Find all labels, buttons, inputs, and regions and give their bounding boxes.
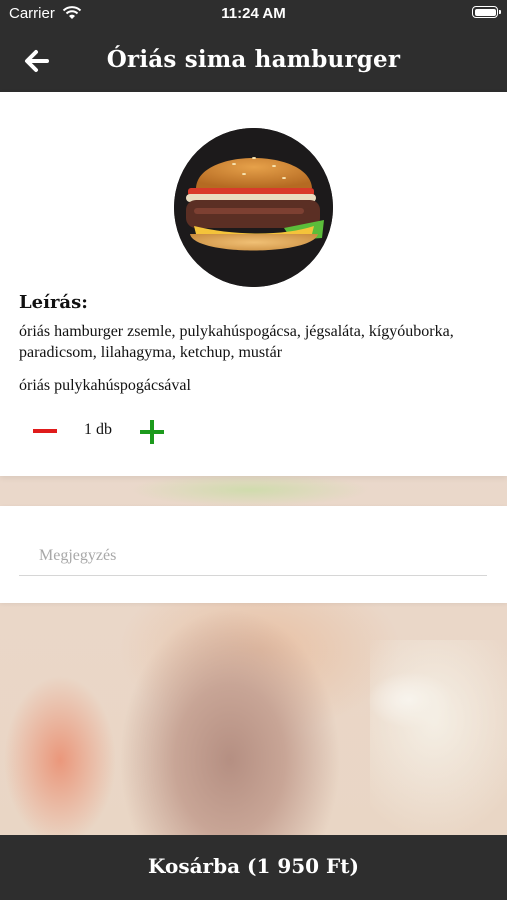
arrow-left-icon [25,50,49,72]
product-card: Leírás: óriás hamburger zsemle, pulykahú… [0,92,507,476]
battery-icon [472,6,501,18]
add-to-cart-button[interactable]: Kosárba (1 950 Ft) [0,835,507,900]
increase-quantity-button[interactable] [138,418,166,446]
description-text: óriás hamburger zsemle, pulykahúspogácsa… [19,323,454,361]
status-bar: Carrier 11:24 AM [0,0,507,28]
top-bar: Carrier 11:24 AM Óriás sima hamburger [0,0,507,92]
note-input[interactable] [19,536,487,576]
decrease-quantity-button[interactable] [30,418,60,444]
burger-photo [174,128,333,287]
quantity-value: 1 db [84,421,112,438]
note-card [0,506,507,603]
navigation-bar: Óriás sima hamburger [0,28,507,92]
page-title: Óriás sima hamburger [106,46,401,73]
description-extra-text: óriás pulykahúspogácsával [19,377,191,394]
clock: 11:24 AM [221,5,286,22]
description-heading: Leírás: [19,292,88,313]
background-highlight [370,640,507,840]
back-button[interactable] [20,44,54,78]
add-to-cart-label: Kosárba (1 950 Ft) [148,853,359,878]
